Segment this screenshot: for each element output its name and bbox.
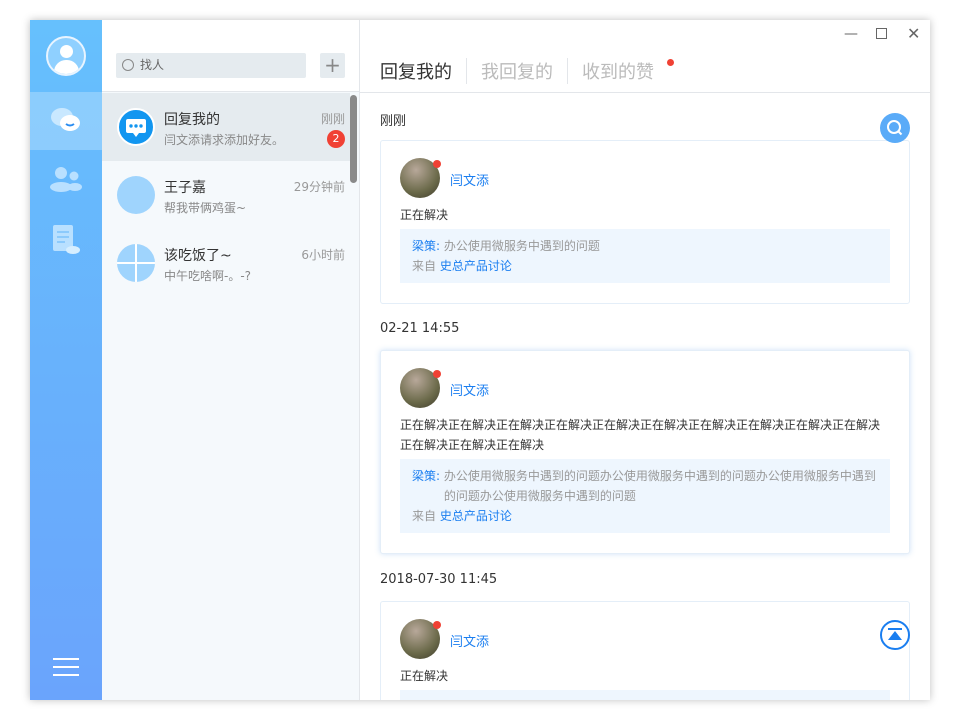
document-cloud-icon xyxy=(53,225,80,254)
item-preview: 闫文添请求添加好友。 xyxy=(164,133,285,147)
menu-button[interactable] xyxy=(53,658,79,682)
item-preview: 帮我带俩鸡蛋~ xyxy=(164,201,247,215)
quote-author[interactable]: 梁策 xyxy=(412,469,436,483)
list-item[interactable]: 王子嘉 帮我带俩鸡蛋~ 29分钟前 xyxy=(102,161,350,229)
conversation-list: 找人 + 回复我的 闫文添请求添加好友。 刚刚 2 王子嘉 帮我带俩鸡蛋~ 29… xyxy=(102,20,360,700)
user-avatar[interactable] xyxy=(400,619,441,659)
tab-replies-to-me[interactable]: 回复我的 xyxy=(380,58,466,84)
nav-contacts[interactable] xyxy=(30,150,102,208)
user-name[interactable]: 闫文添 xyxy=(450,380,489,399)
reply-text: 正在解决正在解决正在解决正在解决正在解决正在解决正在解决正在解决正在解决正在解决… xyxy=(400,418,881,452)
item-preview: 中午吃啥啊-。-? xyxy=(164,269,252,283)
tab-my-replies[interactable]: 我回复的 xyxy=(466,58,567,84)
quote-sep: : xyxy=(436,469,441,483)
user-avatar[interactable] xyxy=(46,36,86,76)
group-time: 刚刚 xyxy=(380,114,407,129)
message-dots-icon xyxy=(126,119,146,137)
nav-messages[interactable] xyxy=(30,92,102,150)
close-button[interactable]: ✕ xyxy=(907,24,920,43)
search-placeholder: 找人 xyxy=(140,58,165,72)
contacts-icon xyxy=(50,167,82,192)
user-name[interactable]: 闫文添 xyxy=(450,170,489,189)
new-dot xyxy=(667,59,674,66)
search-icon xyxy=(887,120,903,136)
add-button[interactable]: + xyxy=(320,53,345,78)
quote-text: 办公使用微服务中遇到的问题办公使用微服务中遇到的问题办公使用微服务中遇到的问题办… xyxy=(443,469,876,503)
nav-documents[interactable] xyxy=(30,210,102,268)
main-panel: — ✕ 回复我的 我回复的 收到的赞 刚刚 闫文添 正在解决 梁策: 办公使用微… xyxy=(360,20,930,700)
reply-card[interactable]: 闫文添 正在解决 梁策: 办公使用微服务中遇到的问题 来自 史总产品讨论 xyxy=(380,140,910,304)
maximize-button[interactable] xyxy=(876,28,887,39)
reply-text: 正在解决 xyxy=(400,669,449,683)
scrollbar[interactable] xyxy=(350,95,357,183)
from-label: 来自 xyxy=(412,509,437,523)
list-item[interactable]: 该吃饭了~ 中午吃啥啊-。-? 6小时前 xyxy=(102,229,350,297)
reply-avatar xyxy=(117,108,155,146)
unread-badge: 2 xyxy=(327,130,345,148)
source-link[interactable]: 史总产品讨论 xyxy=(440,259,512,273)
user-name[interactable]: 闫文添 xyxy=(450,631,489,650)
tab-likes-label: 收到的赞 xyxy=(582,62,654,83)
app-window: 找人 + 回复我的 闫文添请求添加好友。 刚刚 2 王子嘉 帮我带俩鸡蛋~ 29… xyxy=(30,20,930,700)
source-link[interactable]: 史总产品讨论 xyxy=(440,509,512,523)
arrow-up-icon xyxy=(888,628,902,640)
back-to-top-button[interactable] xyxy=(880,620,910,650)
quote-text: 办公使用微服务中遇到的问题 xyxy=(443,239,600,253)
item-time: 6小时前 xyxy=(301,248,345,262)
search-icon xyxy=(122,59,134,71)
reply-text: 正在解决 xyxy=(400,208,449,222)
user-avatar[interactable] xyxy=(400,368,441,408)
group-avatar xyxy=(117,244,155,282)
search-fab[interactable] xyxy=(880,113,910,143)
quote-author[interactable]: 梁策 xyxy=(412,239,436,253)
item-time: 刚刚 xyxy=(320,112,345,126)
quote-block xyxy=(400,690,890,700)
group-time: 02-21 14:55 xyxy=(380,321,460,336)
divider xyxy=(360,92,930,93)
sidebar xyxy=(30,20,102,700)
reply-card[interactable]: 闫文添 正在解决 xyxy=(380,601,910,700)
quote-sep: : xyxy=(436,239,441,253)
search-input[interactable]: 找人 xyxy=(116,53,306,78)
avatar xyxy=(117,176,155,214)
from-label: 来自 xyxy=(412,259,437,273)
reply-card[interactable]: 闫文添 正在解决正在解决正在解决正在解决正在解决正在解决正在解决正在解决正在解决… xyxy=(380,350,910,554)
item-time: 29分钟前 xyxy=(293,180,345,194)
item-name: 回复我的 xyxy=(164,112,220,128)
chat-bubbles-icon xyxy=(51,108,80,131)
tab-bar: 回复我的 我回复的 收到的赞 xyxy=(380,58,676,84)
user-avatar[interactable] xyxy=(400,158,441,198)
tab-likes[interactable]: 收到的赞 xyxy=(567,58,676,84)
minimize-button[interactable]: — xyxy=(844,26,858,42)
item-name: 王子嘉 xyxy=(164,180,206,196)
group-time: 2018-07-30 11:45 xyxy=(380,572,498,587)
quote-block: 梁策: 办公使用微服务中遇到的问题 来自 史总产品讨论 xyxy=(400,229,890,283)
quote-block: 梁策: 办公使用微服务中遇到的问题办公使用微服务中遇到的问题办公使用微服务中遇到… xyxy=(400,459,890,533)
list-item[interactable]: 回复我的 闫文添请求添加好友。 刚刚 2 xyxy=(102,93,350,161)
item-name: 该吃饭了~ xyxy=(164,248,232,264)
